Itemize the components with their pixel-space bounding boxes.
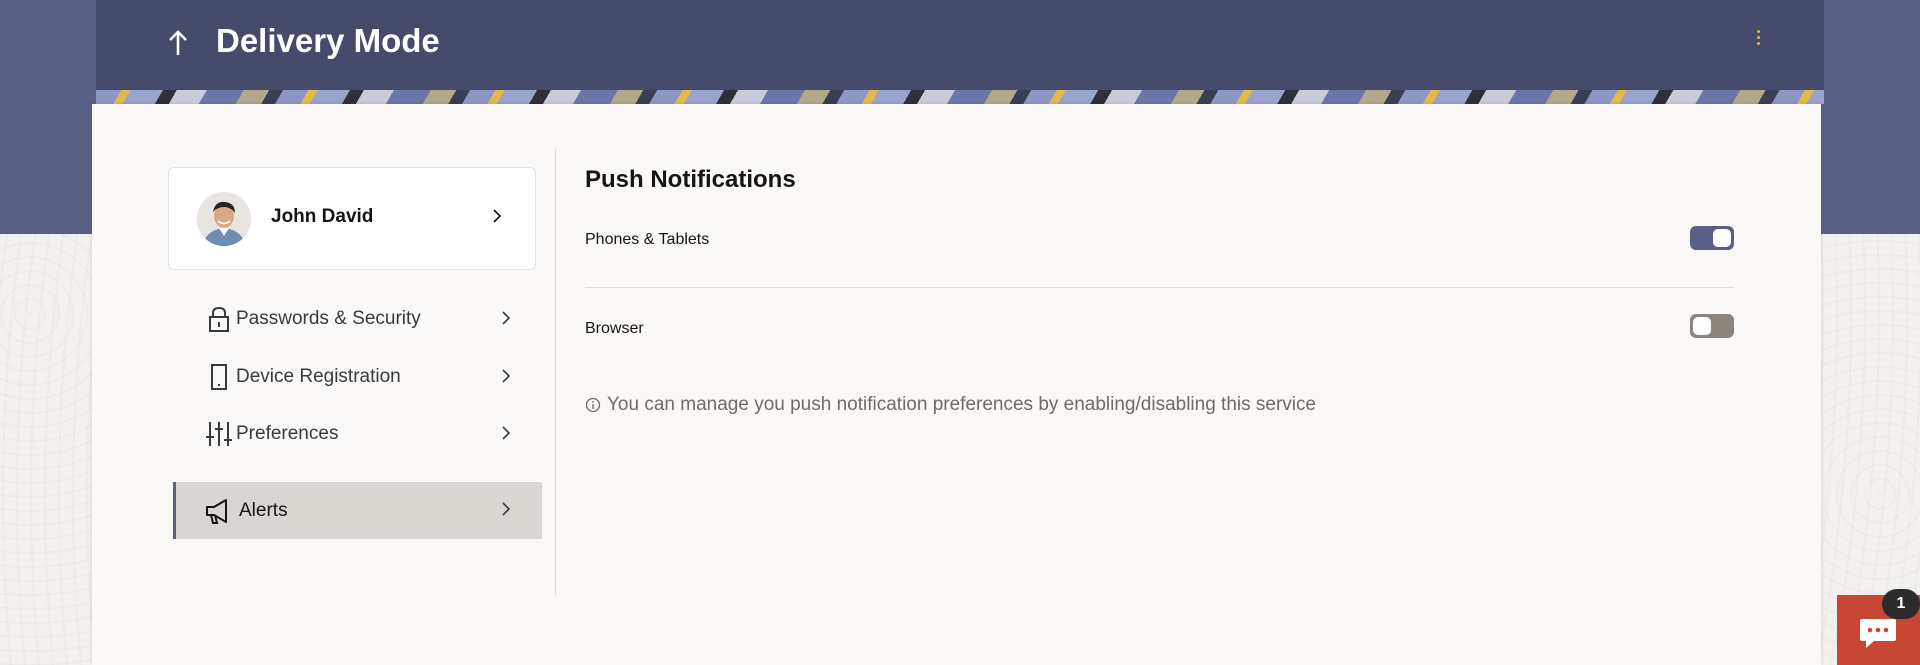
kebab-dot <box>1756 41 1760 45</box>
setting-label-browser: Browser <box>585 320 644 337</box>
header-decorative-stripe <box>96 90 1824 104</box>
horizontal-divider <box>585 287 1734 288</box>
vertical-divider <box>555 148 556 596</box>
kebab-menu-button[interactable] <box>1748 24 1768 50</box>
nav-item-device-registration[interactable]: Device Registration <box>180 350 542 404</box>
info-text: You can manage you push notification pre… <box>607 394 1317 415</box>
profile-name: John David <box>271 206 374 227</box>
chevron-right-icon <box>502 369 511 383</box>
toggle-phones-tablets[interactable] <box>1690 226 1734 250</box>
chat-notification-badge: 1 <box>1882 589 1920 619</box>
megaphone-icon <box>206 499 227 524</box>
chat-icon <box>1860 619 1896 648</box>
nav-item-passwords-security[interactable]: Passwords & Security <box>180 292 542 346</box>
nav-item-label: Preferences <box>236 423 339 444</box>
avatar <box>197 192 251 246</box>
kebab-dot <box>1756 35 1760 39</box>
sliders-icon <box>206 422 232 446</box>
nav-item-label: Device Registration <box>236 366 401 387</box>
section-title: Push Notifications <box>585 166 796 193</box>
chevron-right-icon <box>502 311 511 325</box>
kebab-menu-icon <box>1756 29 1760 33</box>
back-button[interactable] <box>160 22 196 62</box>
nav-item-label: Alerts <box>239 500 288 521</box>
info-message: You can manage you push notification pre… <box>585 394 1316 416</box>
profile-card[interactable]: John David <box>168 167 536 270</box>
nav-item-preferences[interactable]: Preferences <box>180 407 542 461</box>
info-icon <box>585 397 601 413</box>
arrow-up-icon <box>169 30 187 55</box>
toggle-knob <box>1713 229 1731 247</box>
toggle-knob <box>1693 317 1711 335</box>
main-card: John David Passwords & Security Device R… <box>92 104 1821 665</box>
page-title: Delivery Mode <box>216 22 440 59</box>
chevron-right-icon <box>502 502 511 516</box>
user-avatar-icon <box>197 192 251 246</box>
chevron-right-icon <box>493 209 502 223</box>
nav-item-alerts[interactable]: Alerts <box>173 482 542 539</box>
phone-icon <box>211 364 227 390</box>
toggle-browser[interactable] <box>1690 314 1734 338</box>
lock-icon <box>209 306 229 332</box>
nav-item-label: Passwords & Security <box>236 308 421 329</box>
page-header: Delivery Mode <box>96 0 1824 104</box>
setting-label-phones-tablets: Phones & Tablets <box>585 231 710 248</box>
chevron-right-icon <box>502 426 511 440</box>
